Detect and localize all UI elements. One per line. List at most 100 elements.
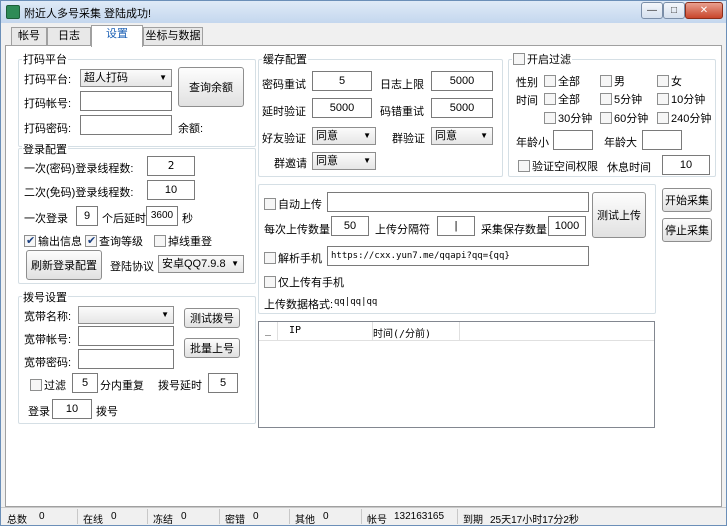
stop-collect-button[interactable]: 停止采集 xyxy=(662,218,712,242)
daily-limit-input[interactable]: 5000 xyxy=(431,71,493,91)
cache-config-title: 缓存配置 xyxy=(262,51,308,67)
column-header-index[interactable]: _ xyxy=(265,325,271,336)
code-retry-input[interactable]: 5000 xyxy=(431,98,493,118)
captcha-platform-select[interactable]: 超人打码 ▼ xyxy=(80,69,172,87)
captcha-platform-label: 打码平台: xyxy=(24,74,72,86)
upload-format-label: 上传数据格式: xyxy=(264,299,334,311)
parse-phone-checkbox[interactable]: 解析手机 xyxy=(264,250,322,266)
first-threads-input[interactable]: 2 xyxy=(147,156,195,176)
save-count-input[interactable]: 1000 xyxy=(548,216,586,236)
window-title: 附近人多号采集 登陆成功! xyxy=(24,8,152,20)
start-collect-button[interactable]: 开始采集 xyxy=(662,188,712,212)
test-upload-button[interactable]: 测试上传 xyxy=(592,192,646,238)
time-5min-checkbox[interactable]: 5分钟 xyxy=(600,91,642,107)
query-level-checkbox[interactable]: 查询等级 xyxy=(85,233,143,249)
captcha-retry-input[interactable]: 5 xyxy=(312,71,372,91)
status-frozen-value: 0 xyxy=(181,511,187,522)
batch-upload-button[interactable]: 批量上号 xyxy=(184,338,240,358)
settings-panel: 打码平台 打码平台: 超人打码 ▼ 打码帐号: 打码密码: 查询余额 余额: 登… xyxy=(5,45,722,507)
age-min-input[interactable] xyxy=(553,130,593,150)
friend-verify-select[interactable]: 同意 ▼ xyxy=(312,127,376,145)
auto-upload-checkbox[interactable]: 自动上传 xyxy=(264,196,322,212)
status-bar: 总数 0 在线 0 冻结 0 密错 0 其他 0 帐号 132163165 到期… xyxy=(1,507,726,526)
delay-mid-label: 个后延时 xyxy=(102,213,146,225)
age-max-input[interactable] xyxy=(642,130,682,150)
age-max-label: 年龄大 xyxy=(604,137,637,149)
group-verify-select[interactable]: 同意 ▼ xyxy=(431,127,493,145)
code-retry-label: 码错重试 xyxy=(380,106,424,118)
tab-log[interactable]: 日志 xyxy=(47,27,91,46)
broadband-name-select[interactable]: ▼ xyxy=(78,306,174,324)
auto-upload-url-input[interactable] xyxy=(327,192,589,212)
minimize-button[interactable]: — xyxy=(641,2,663,19)
query-level-label: 查询等级 xyxy=(99,236,143,248)
captcha-platform-value: 超人打码 xyxy=(84,72,128,84)
per-upload-input[interactable]: 50 xyxy=(331,216,369,236)
second-threads-input[interactable]: 10 xyxy=(147,180,195,200)
captcha-platform-title: 打码平台 xyxy=(22,51,68,67)
time-30min-checkbox[interactable]: 30分钟 xyxy=(544,110,592,126)
gender-male-label: 男 xyxy=(614,76,625,88)
filter-label: 过滤 xyxy=(44,380,66,392)
output-info-checkbox[interactable]: 输出信息 xyxy=(24,233,82,249)
delay-verify-input[interactable]: 5000 xyxy=(312,98,372,118)
checkbox-icon xyxy=(657,93,669,105)
separator-input[interactable]: | xyxy=(437,216,475,236)
filter-checkbox[interactable]: 过滤 xyxy=(30,377,66,393)
captcha-password-label: 打码密码: xyxy=(24,123,72,135)
phone-only-checkbox[interactable]: 仅上传有手机 xyxy=(264,274,344,290)
login-count-input[interactable]: 10 xyxy=(52,399,92,419)
time-240min-label: 240分钟 xyxy=(671,113,712,125)
broadband-account-input[interactable] xyxy=(78,326,174,346)
chevron-down-icon: ▼ xyxy=(161,310,169,319)
captcha-account-input[interactable] xyxy=(80,91,172,111)
time-240min-checkbox[interactable]: 240分钟 xyxy=(657,110,711,126)
gender-label: 性别 xyxy=(516,77,538,89)
status-pwd-error-value: 0 xyxy=(253,511,259,522)
parse-phone-url-input[interactable]: https://cxx.yun7.me/qqapi?qq={qq} xyxy=(327,246,589,266)
dial-delay-input[interactable]: 5 xyxy=(208,373,238,393)
time-all-checkbox[interactable]: 全部 xyxy=(544,91,580,107)
refresh-login-config-button[interactable]: 刷新登录配置 xyxy=(26,250,102,280)
group-invite-value: 同意 xyxy=(316,155,338,167)
protocol-select[interactable]: 安卓QQ7.9.8 ▼ xyxy=(158,255,244,273)
gender-female-checkbox[interactable]: 女 xyxy=(657,73,682,89)
reconnect-checkbox[interactable]: 掉线重登 xyxy=(154,233,212,249)
group-invite-select[interactable]: 同意 ▼ xyxy=(312,152,376,170)
tab-account[interactable]: 帐号 xyxy=(11,27,47,46)
delay-seconds-input[interactable]: 3600 xyxy=(146,206,178,226)
delay-count-input[interactable]: 9 xyxy=(76,206,98,226)
time-5min-label: 5分钟 xyxy=(614,94,643,106)
protocol-label: 登陆协议 xyxy=(110,261,154,273)
gender-all-checkbox[interactable]: 全部 xyxy=(544,73,580,89)
title-bar[interactable]: 附近人多号采集 登陆成功! — □ ✕ xyxy=(1,1,726,23)
enable-filter-checkbox[interactable]: 开启过滤 xyxy=(512,51,572,67)
main-window: 附近人多号采集 登陆成功! — □ ✕ 帐号 日志 设置 坐标与数据 打码平台 … xyxy=(0,0,727,526)
tab-coordinates-data[interactable]: 坐标与数据 xyxy=(143,27,203,46)
status-frozen-label: 冻结 xyxy=(153,515,173,526)
filter-minutes-input[interactable]: 5 xyxy=(72,373,98,393)
rest-time-input[interactable]: 10 xyxy=(662,155,710,175)
maximize-button[interactable]: □ xyxy=(663,2,685,19)
gender-male-checkbox[interactable]: 男 xyxy=(600,73,625,89)
close-button[interactable]: ✕ xyxy=(685,2,723,19)
test-dial-button[interactable]: 测试拨号 xyxy=(184,308,240,328)
time-60min-checkbox[interactable]: 60分钟 xyxy=(600,110,648,126)
dialup-title: 拨号设置 xyxy=(22,289,68,305)
space-perm-checkbox[interactable]: 验证空间权限 xyxy=(518,158,598,174)
column-header-time[interactable]: 时间(/分前) xyxy=(373,325,431,340)
query-balance-button[interactable]: 查询余额 xyxy=(178,67,244,107)
chevron-down-icon: ▼ xyxy=(480,131,488,140)
column-divider xyxy=(277,322,278,341)
parse-phone-label: 解析手机 xyxy=(278,253,322,265)
checkbox-icon xyxy=(264,276,276,288)
broadband-password-input[interactable] xyxy=(78,349,174,369)
checkbox-icon xyxy=(657,112,669,124)
checkbox-icon xyxy=(544,93,556,105)
broadband-account-label: 宽带帐号: xyxy=(24,334,72,346)
ip-list-view[interactable]: _ IP 时间(/分前) xyxy=(258,321,655,428)
time-10min-checkbox[interactable]: 10分钟 xyxy=(657,91,705,107)
tab-settings[interactable]: 设置 xyxy=(91,25,143,47)
column-header-ip[interactable]: IP xyxy=(289,325,301,336)
captcha-password-input[interactable] xyxy=(80,115,172,135)
